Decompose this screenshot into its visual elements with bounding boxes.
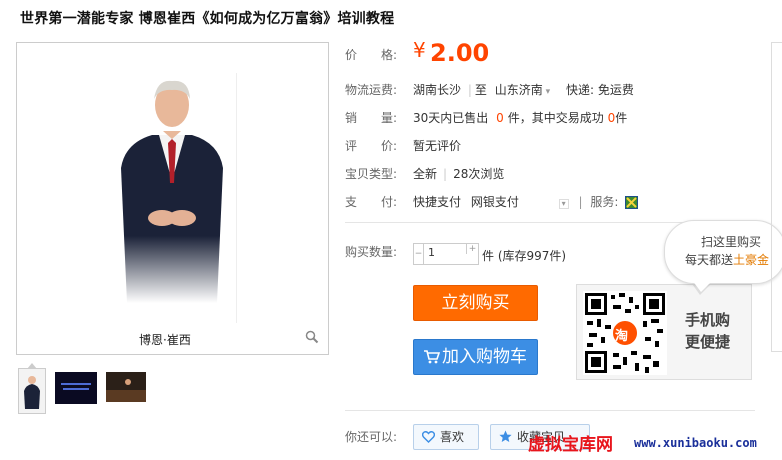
sales-label: 销 量: [345, 111, 398, 125]
actions-label: 你还可以: [345, 430, 398, 444]
ship-from: 湖南长沙 [413, 83, 462, 97]
bubble-line-2: 每天都送土豪金 [685, 251, 769, 268]
mobile-promo-text: 手机购 更便捷 [685, 309, 730, 353]
thumbnail-title-card-image [61, 383, 91, 390]
condition-label: 宝贝类型: [345, 167, 398, 181]
quantity-label: 购买数量: [345, 245, 398, 259]
bubble-highlight: 土豪金 [733, 253, 770, 267]
decrement-button[interactable]: − [414, 244, 424, 264]
like-button[interactable]: 喜欢 [413, 424, 479, 450]
payment-method-bank: 网银支付 [470, 195, 519, 209]
ship-to-select[interactable]: 山东济南 ▾ [495, 83, 550, 97]
review-value: 暂无评价 [413, 139, 462, 153]
thumbnail-2[interactable] [55, 372, 97, 404]
heart-icon [422, 431, 435, 443]
watermark-en: www.xunibaoku.com [634, 436, 757, 450]
mobile-line-2: 更便捷 [685, 333, 731, 351]
side-panel-edge [771, 42, 782, 352]
payment-label: 支 付: [345, 195, 398, 209]
promo-bubble: 扫这里购买 每天都送土豪金 [664, 220, 782, 284]
chevron-down-icon: ▾ [542, 87, 551, 97]
guarantee-badge-icon[interactable] [625, 196, 639, 209]
price-value: 2.00 [430, 39, 490, 67]
taobao-badge: 淘 [615, 329, 629, 344]
product-photo: 博恩·崔西 [107, 73, 319, 347]
increment-button[interactable]: + [466, 244, 478, 254]
thumbnail-stage-image [106, 379, 146, 402]
sold-count: 0 [496, 111, 504, 125]
bubble-line-2-prefix: 每天都送 [685, 253, 734, 267]
mobile-line-1: 手机购 [685, 311, 731, 329]
bubble-line-1: 扫这里购买 [701, 235, 762, 249]
add-to-cart-label: 加入购物车 [442, 347, 527, 367]
main-product-image[interactable]: 博恩·崔西 [16, 42, 329, 355]
stock-info: 件 (库存997件) [482, 249, 567, 263]
review-label: 评 价: [345, 139, 398, 153]
like-label: 喜欢 [440, 430, 465, 444]
ship-to-sep: 至 [474, 83, 487, 97]
sales-prefix: 30天内已售出 [413, 111, 489, 125]
thumbnail-1[interactable] [18, 363, 46, 414]
man-portrait-image [121, 80, 223, 303]
bubble-tail-fill [692, 280, 713, 292]
shipping-method: 快递: 免运费 [565, 83, 634, 97]
thumbnail-3[interactable] [106, 372, 146, 402]
quantity-input[interactable]: 1 [428, 246, 435, 259]
product-title: 世界第一潜能专家 博恩崔西《如何成为亿万富翁》培训教程 [20, 11, 395, 27]
magnifier-icon[interactable] [305, 330, 319, 344]
sales-suffix: 件 [615, 111, 628, 125]
price-currency: ¥ [413, 38, 426, 62]
payment-dropdown-icon[interactable]: ▾ [558, 199, 569, 209]
sales-mid: 件，其中交易成功 [507, 111, 604, 125]
mobile-qr-panel[interactable]: 淘 手机购 更便捷 [576, 284, 752, 380]
star-icon [499, 430, 512, 442]
view-count: 28次浏览 [453, 167, 505, 181]
add-to-cart-button[interactable]: 加入购物车 [413, 339, 538, 375]
shipping-label: 物流运费: [345, 83, 398, 97]
price-label: 价 格: [345, 48, 398, 62]
buy-now-button[interactable]: 立刻购买 [413, 285, 538, 321]
quantity-stepper[interactable]: − 1 + [413, 243, 479, 265]
thumbnail-portrait-image [24, 376, 40, 409]
cart-icon [424, 350, 441, 364]
payment-method-quick: 快捷支付 [413, 195, 462, 209]
image-caption: 博恩·崔西 [139, 333, 191, 347]
condition-type: 全新 [413, 167, 438, 181]
watermark-cn: 虚拟宝库网 [528, 435, 613, 455]
service-label: 服务: [590, 195, 619, 209]
ship-to-value: 山东济南 [494, 83, 543, 97]
